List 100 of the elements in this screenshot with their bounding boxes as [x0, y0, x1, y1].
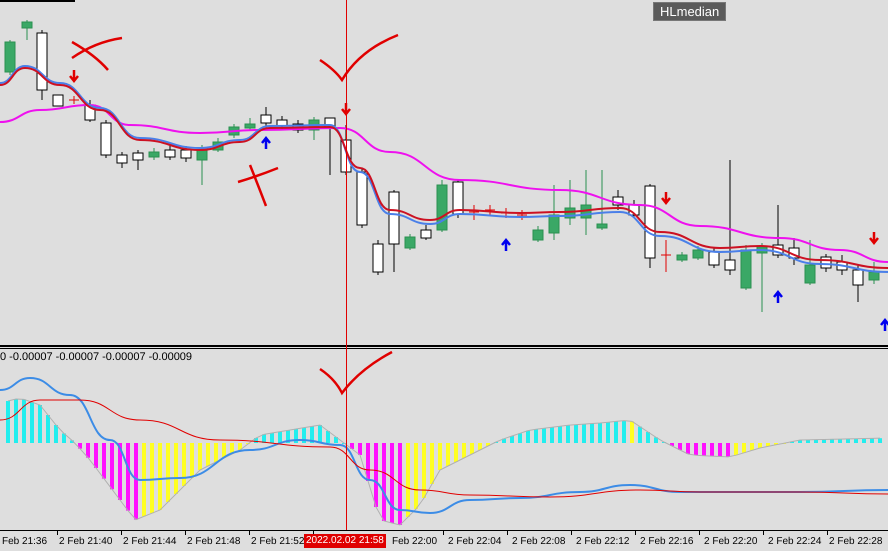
histogram-bar	[414, 443, 418, 509]
candlestick	[228, 124, 240, 138]
histogram-bar	[798, 440, 802, 443]
time-label: 2 Feb 21:48	[187, 535, 240, 548]
down-arrow-icon	[68, 68, 80, 83]
candlestick	[708, 248, 720, 268]
histogram-bar	[526, 430, 530, 443]
candlestick	[372, 240, 384, 276]
histogram-bar	[582, 424, 586, 443]
histogram-bar	[446, 443, 450, 466]
candlestick	[548, 184, 560, 240]
histogram-bar	[190, 443, 194, 478]
candlestick	[100, 120, 112, 158]
time-label: 2 Feb 21:40	[59, 535, 112, 548]
candlestick	[212, 138, 224, 152]
histogram-bar	[366, 443, 370, 481]
candlestick	[436, 180, 448, 232]
candlestick	[164, 146, 176, 160]
time-label: 2 Feb 22:16	[640, 535, 694, 548]
candlestick	[628, 200, 640, 218]
time-label: 2 Feb 22:20	[704, 535, 758, 548]
candlestick	[148, 148, 160, 160]
candlestick	[676, 252, 688, 262]
histogram-bar	[566, 425, 570, 443]
time-label: Feb 22:00	[392, 535, 438, 548]
indicator-values: 0 -0.00007 -0.00007 -0.00007 -0.00009	[0, 351, 192, 364]
histogram-bar	[454, 443, 458, 462]
histogram-bar	[62, 433, 66, 443]
candlestick	[580, 170, 592, 236]
histogram-bar	[806, 440, 810, 443]
histogram-bar	[846, 438, 850, 443]
histogram-bar	[654, 437, 658, 443]
histogram-bar	[734, 443, 738, 456]
histogram-bar	[286, 430, 290, 443]
candlestick	[532, 226, 544, 242]
histogram-bar	[86, 443, 90, 458]
time-label: 2 Feb 22:28	[829, 535, 882, 548]
histogram-bar	[678, 443, 682, 450]
histogram-bar	[358, 443, 362, 455]
histogram-bar	[614, 421, 618, 443]
histogram-bar	[718, 443, 722, 456]
histogram-bar	[310, 426, 314, 443]
histogram-bar	[438, 443, 442, 470]
candlestick	[324, 118, 336, 176]
candlestick	[596, 170, 608, 230]
histogram-bar	[518, 433, 522, 443]
histogram-bar	[814, 440, 818, 443]
histogram-bar	[598, 423, 602, 443]
candlestick	[356, 168, 368, 228]
histogram-bar	[694, 443, 698, 456]
candlestick	[292, 120, 304, 134]
histogram-bar	[102, 443, 106, 479]
histogram-bar	[214, 443, 218, 462]
histogram-bar	[686, 443, 690, 454]
down-arrow-icon	[868, 230, 880, 245]
candlestick	[804, 240, 816, 286]
candlestick	[84, 100, 96, 122]
time-label: 2 Feb 22:08	[512, 535, 566, 548]
histogram-bar	[222, 443, 226, 458]
candlestick	[132, 150, 144, 170]
candlestick	[452, 180, 464, 218]
histogram-bar	[534, 429, 538, 443]
histogram-bar	[742, 443, 746, 453]
histogram-bar	[94, 443, 98, 468]
candlestick	[836, 254, 848, 276]
down-arrow-icon	[340, 102, 352, 116]
histogram-bar	[758, 443, 762, 448]
candlestick	[68, 96, 80, 104]
hand-drawn-cross-mark	[236, 164, 280, 208]
histogram-bar	[46, 415, 50, 443]
time-label: 2 Feb 21:52	[251, 535, 304, 548]
histogram-bar	[302, 428, 306, 443]
histogram-bar	[422, 443, 426, 498]
histogram-bar	[542, 428, 546, 443]
histogram-bar	[606, 422, 610, 443]
histogram-bar	[854, 438, 858, 443]
candlestick	[484, 204, 496, 216]
candlestick	[116, 152, 128, 168]
histogram-bar	[710, 443, 714, 456]
time-label: 2 Feb 22:04	[448, 535, 502, 548]
histogram-bar	[70, 440, 74, 443]
candlestick	[660, 240, 672, 272]
histogram-bar	[558, 426, 562, 443]
histogram-bar	[462, 443, 466, 458]
candlestick	[692, 246, 704, 260]
histogram-bar	[630, 421, 634, 443]
histogram-bar	[270, 433, 274, 443]
candlestick	[788, 238, 800, 266]
histogram-bar	[838, 439, 842, 443]
time-label: 2 Feb 22:12	[576, 535, 630, 548]
candlestick	[516, 210, 528, 220]
histogram-bar	[430, 443, 434, 484]
histogram-bar	[14, 399, 18, 443]
histogram-bar	[638, 426, 642, 443]
histogram-bar	[502, 438, 506, 443]
hlmedian-button[interactable]: HLmedian	[653, 2, 726, 21]
histogram-bar	[478, 443, 482, 450]
histogram-bar	[830, 439, 834, 443]
histogram-bar	[726, 443, 730, 457]
histogram-bar	[182, 443, 186, 486]
